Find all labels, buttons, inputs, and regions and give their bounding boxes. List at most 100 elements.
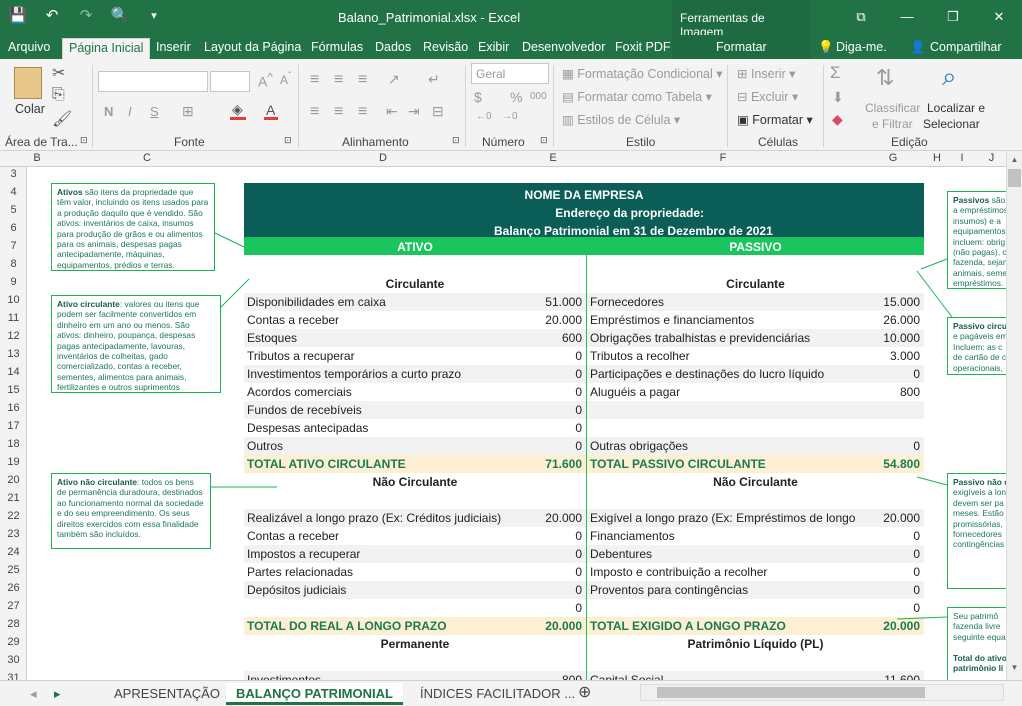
increase-decimal-icon[interactable]: ←0 [476,111,492,122]
row-header[interactable]: 29 [0,636,27,648]
tab-exibir[interactable]: Exibir [478,38,509,59]
row-header[interactable]: 27 [0,600,27,612]
cell-styles-button[interactable]: ▥ Estilos de Célula ▾ [562,112,680,127]
column-header[interactable]: D [247,152,519,164]
clipboard-launcher-icon[interactable]: ⊡ [80,135,88,146]
clear-icon[interactable]: ◆ [832,111,843,128]
wrap-text-icon[interactable]: ↵ [428,71,440,88]
conditional-formatting-button[interactable]: ▦ Formatação Condicional ▾ [562,66,723,81]
font-color-icon[interactable]: A [266,102,275,118]
row-header[interactable]: 21 [0,492,27,504]
row-header[interactable]: 12 [0,330,27,342]
align-middle-icon[interactable]: ≡ [334,71,343,89]
tab-formatar[interactable]: Formatar [716,38,767,59]
bold-button[interactable]: N [104,104,113,119]
close-icon[interactable]: ✕ [976,0,1022,35]
redo-icon[interactable]: ↷ [76,6,96,26]
sheet-tab-balanco[interactable]: BALANÇO PATRIMONIAL [226,683,403,705]
orientation-icon[interactable]: ↗ [388,71,400,88]
sheet-tab-indices[interactable]: ÍNDICES FACILITADOR ... [410,683,585,705]
vertical-scrollbar[interactable]: ▲ ▼ [1006,151,1022,680]
row-header[interactable]: 19 [0,456,27,468]
share-button[interactable]: Compartilhar [930,38,1002,59]
column-header[interactable]: C [47,152,247,164]
row-header[interactable]: 15 [0,384,27,396]
vertical-scroll-thumb[interactable] [1008,169,1021,187]
format-cells-button[interactable]: ▣ Formatar ▾ [737,112,813,127]
currency-icon[interactable]: $ [474,89,482,105]
row-header[interactable]: 6 [0,222,27,234]
paste-button[interactable]: Colar [15,102,45,116]
fill-icon[interactable]: ⬇ [832,89,844,106]
next-sheet-icon[interactable]: ▸ [44,683,71,705]
row-header[interactable]: 8 [0,258,27,270]
percent-button[interactable]: % [510,89,522,105]
save-icon[interactable]: 💾 [8,6,28,26]
undo-icon[interactable]: ↶ [42,6,62,26]
find-icon[interactable]: ⌕ [942,61,957,93]
customize-qat-icon[interactable]: ▾ [144,6,164,26]
autosum-button[interactable]: Σ [830,63,841,83]
row-header[interactable]: 4 [0,186,27,198]
sort-filter-label-2[interactable]: e Filtrar [872,117,913,131]
sheet-tab-apresentacao[interactable]: APRESENTAÇÃO [104,683,230,705]
column-header[interactable]: F [587,152,859,164]
row-header[interactable]: 18 [0,438,27,450]
row-header[interactable]: 7 [0,240,27,252]
row-header[interactable]: 23 [0,528,27,540]
format-as-table-button[interactable]: ▤ Formatar como Tabela ▾ [562,89,712,104]
find-select-label-2[interactable]: Selecionar [923,117,980,131]
row-header[interactable]: 20 [0,474,27,486]
align-bottom-icon[interactable]: ≡ [358,71,367,89]
restore-icon[interactable]: ❐ [930,0,976,35]
increase-indent-icon[interactable]: ⇥ [408,103,420,120]
number-launcher-icon[interactable]: ⊡ [540,135,548,146]
tell-me-search[interactable]: Diga-me. [836,38,887,59]
cut-icon[interactable]: ✂ [52,63,65,83]
merge-center-icon[interactable]: ⊟ [432,103,444,120]
copy-icon[interactable]: ⎘ [52,86,65,104]
align-right-icon[interactable]: ≡ [358,103,367,121]
format-painter-icon[interactable]: 🖌 [52,109,72,129]
font-name-combo[interactable] [98,71,208,92]
row-header[interactable]: 16 [0,402,27,414]
italic-button[interactable]: I [128,104,132,119]
fill-color-icon[interactable]: ◈ [232,101,243,118]
tab-layout[interactable]: Layout da Página [204,38,301,59]
row-header[interactable]: 13 [0,348,27,360]
column-header[interactable]: I [947,152,977,164]
sort-filter-icon[interactable]: ⇅ [876,65,894,91]
row-header[interactable]: 26 [0,582,27,594]
delete-cells-button[interactable]: ⊟ Excluir ▾ [737,89,798,104]
font-size-combo[interactable] [210,71,250,92]
tab-arquivo[interactable]: Arquivo [8,38,50,59]
row-header[interactable]: 24 [0,546,27,558]
scroll-up-icon[interactable]: ▲ [1008,155,1021,164]
scroll-down-icon[interactable]: ▼ [1008,663,1021,672]
align-top-icon[interactable]: ≡ [310,71,319,89]
row-header[interactable]: 28 [0,618,27,630]
number-format-combo[interactable]: Geral [471,63,549,84]
row-header[interactable]: 25 [0,564,27,576]
row-header[interactable]: 3 [0,168,27,180]
row-header[interactable]: 10 [0,294,27,306]
ribbon-display-icon[interactable]: ⧉ [838,0,884,35]
find-select-label-1[interactable]: Localizar e [927,101,985,115]
grow-font-icon[interactable]: A^ [258,71,273,90]
row-header[interactable]: 9 [0,276,27,288]
tab-revisao[interactable]: Revisão [423,38,468,59]
decrease-decimal-icon[interactable]: →0 [502,111,518,122]
prev-sheet-icon[interactable]: ◂ [20,683,47,705]
insert-cells-button[interactable]: ⊞ Inserir ▾ [737,66,795,81]
shrink-font-icon[interactable]: Aˇ [280,71,291,87]
print-preview-icon[interactable]: 🔍 [110,6,130,26]
horizontal-scroll-thumb[interactable] [657,687,925,698]
column-header[interactable]: B [27,152,47,164]
tab-desenvolvedor[interactable]: Desenvolvedor [522,38,605,59]
alignment-launcher-icon[interactable]: ⊡ [452,135,460,146]
align-center-icon[interactable]: ≡ [334,103,343,121]
horizontal-scrollbar[interactable] [640,684,1004,701]
underline-button[interactable]: S [150,104,159,119]
borders-icon[interactable]: ⊞ [182,103,194,120]
row-header[interactable]: 11 [0,312,27,324]
